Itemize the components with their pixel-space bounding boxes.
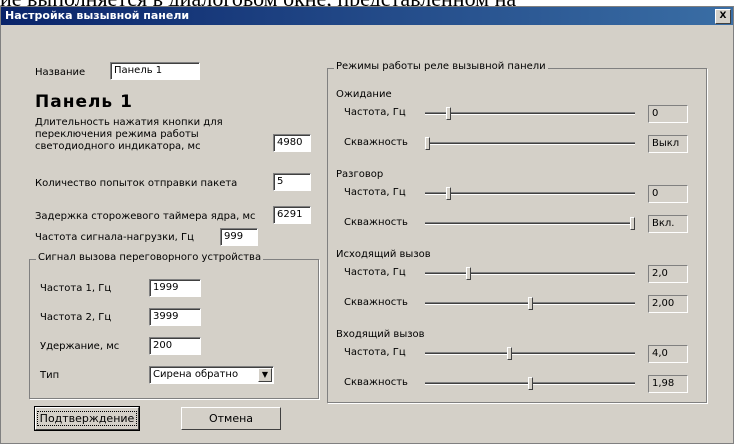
relay-mode-section: Входящий вызов Частота, Гц 4,0 Скважность 1,…: [328, 329, 706, 409]
window-title: Настройка вызывной панели: [5, 9, 190, 22]
freq2-input[interactable]: 3999: [149, 308, 201, 326]
duty-slider-track[interactable]: [425, 142, 635, 145]
hold-label: Удержание, мс: [40, 341, 120, 352]
duty-slider-track[interactable]: [425, 222, 635, 225]
freq-label: Частота, Гц: [344, 267, 406, 278]
freq-slider-thumb[interactable]: [507, 347, 512, 360]
relay-mode-section: Ожидание Частота, Гц 0 Скважность Выкл: [328, 89, 706, 169]
relay-modes-group: Режимы работы реле вызывной панели Ожида…: [327, 61, 707, 403]
settings-dialog: Настройка вызывной панели X Название Пан…: [0, 6, 734, 444]
duty-value: 1,98: [648, 375, 688, 393]
freq1-input[interactable]: 1999: [149, 279, 201, 297]
duty-value: Вкл.: [648, 215, 688, 233]
load-freq-label: Частота сигнала-нагрузки, Гц: [35, 232, 194, 243]
freq-label: Частота, Гц: [344, 347, 406, 358]
freq-value: 2,0: [648, 265, 688, 283]
duty-slider-thumb[interactable]: [630, 217, 635, 230]
duty-slider-thumb[interactable]: [528, 377, 533, 390]
duty-label: Скважность: [344, 217, 408, 228]
type-label: Тип: [40, 370, 60, 381]
duty-slider-thumb[interactable]: [528, 297, 533, 310]
freq-label: Частота, Гц: [344, 187, 406, 198]
freq-value: 4,0: [648, 345, 688, 363]
duty-label: Скважность: [344, 297, 408, 308]
freq-slider-track[interactable]: [425, 272, 635, 275]
send-attempts-label: Количество попыток отправки пакета: [35, 178, 238, 189]
close-button[interactable]: X: [715, 9, 731, 24]
hold-input[interactable]: 200: [149, 337, 201, 355]
duty-value: 2,00: [648, 295, 688, 313]
freq-slider-track[interactable]: [425, 112, 635, 115]
duty-label: Скважность: [344, 377, 408, 388]
chevron-down-icon[interactable]: ▼: [258, 368, 272, 382]
cancel-button[interactable]: Отмена: [181, 407, 281, 430]
watchdog-label: Задержка сторожевого таймера ядра, мс: [35, 211, 256, 222]
freq-value: 0: [648, 105, 688, 123]
press-duration-label: Длительность нажатия кнопки для переключ…: [35, 117, 223, 152]
call-signal-group: Сигнал вызова переговорного устройства Ч…: [29, 252, 319, 399]
freq-value: 0: [648, 185, 688, 203]
freq-slider-thumb[interactable]: [446, 187, 451, 200]
relay-mode-name: Входящий вызов: [336, 329, 425, 340]
freq-slider-track[interactable]: [425, 352, 635, 355]
freq1-label: Частота 1, Гц: [40, 283, 112, 294]
freq2-label: Частота 2, Гц: [40, 312, 112, 323]
relay-mode-section: Исходящий вызов Частота, Гц 2,0 Скважность 2…: [328, 249, 706, 329]
type-select[interactable]: Сирена обратно ▼: [149, 366, 274, 384]
send-attempts-input[interactable]: 5: [273, 173, 311, 191]
relay-mode-name: Разговор: [336, 169, 384, 180]
freq-label: Частота, Гц: [344, 107, 406, 118]
duty-label: Скважность: [344, 137, 408, 148]
panel-heading: Панель 1: [35, 92, 133, 112]
freq-slider-track[interactable]: [425, 192, 635, 195]
duty-value: Выкл: [648, 135, 688, 153]
freq-slider-thumb[interactable]: [466, 267, 471, 280]
type-select-value: Сирена обратно: [153, 369, 239, 380]
call-signal-title: Сигнал вызова переговорного устройства: [36, 252, 264, 263]
watchdog-input[interactable]: 6291: [273, 206, 311, 224]
relay-modes-title: Режимы работы реле вызывной панели: [334, 61, 548, 72]
load-freq-input[interactable]: 999: [220, 228, 258, 246]
name-input[interactable]: Панель 1: [110, 62, 200, 80]
relay-mode-name: Ожидание: [336, 89, 392, 100]
title-bar: Настройка вызывной панели X: [1, 7, 733, 25]
press-duration-input[interactable]: 4980: [273, 134, 311, 152]
freq-slider-thumb[interactable]: [446, 107, 451, 120]
relay-mode-name: Исходящий вызов: [336, 249, 431, 260]
confirm-button[interactable]: Подтверждение: [34, 406, 140, 431]
duty-slider-thumb[interactable]: [425, 137, 430, 150]
name-label: Название: [35, 67, 86, 78]
relay-mode-section: Разговор Частота, Гц 0 Скважность Вкл.: [328, 169, 706, 249]
